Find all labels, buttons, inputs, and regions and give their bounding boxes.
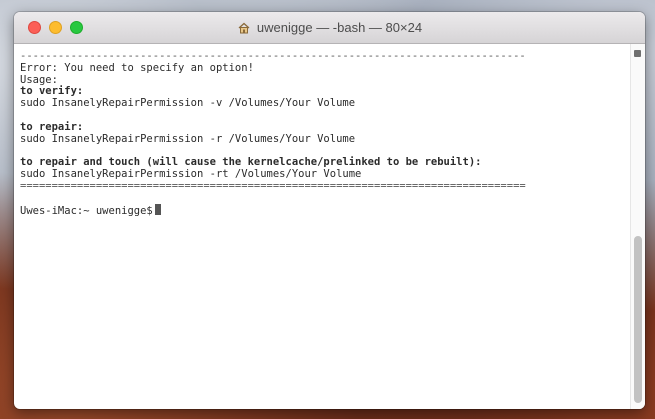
vertical-scrollbar[interactable] xyxy=(630,44,645,409)
terminal-line: to repair: xyxy=(20,120,84,133)
minimize-button[interactable] xyxy=(49,21,62,34)
terminal-output[interactable]: ----------------------------------------… xyxy=(14,44,631,409)
terminal-line: sudo InsanelyRepairPermission -rt /Volum… xyxy=(20,167,362,180)
terminal-line: sudo InsanelyRepairPermission -v /Volume… xyxy=(20,97,356,110)
window-title: uwenigge — -bash — 80×24 xyxy=(237,20,422,35)
home-folder-icon xyxy=(237,21,251,35)
terminal-line: Usage: xyxy=(20,73,58,86)
title-bar[interactable]: uwenigge — -bash — 80×24 xyxy=(14,12,645,44)
window-controls xyxy=(28,21,83,34)
zoom-button[interactable] xyxy=(70,21,83,34)
scroll-marker-icon xyxy=(634,50,641,57)
scrollbar-thumb[interactable] xyxy=(634,236,642,403)
shell-prompt: Uwes-iMac:~ uwenigge$ xyxy=(20,205,153,218)
terminal-line: ========================================… xyxy=(20,179,526,192)
text-cursor xyxy=(154,204,161,216)
window-title-text: uwenigge — -bash — 80×24 xyxy=(256,20,423,35)
prompt-line: Uwes-iMac:~ uwenigge$ xyxy=(20,204,631,218)
terminal-line: Error: You need to specify an option! xyxy=(20,61,254,74)
terminal-line: sudo InsanelyRepairPermission -r /Volume… xyxy=(20,132,356,145)
close-button[interactable] xyxy=(28,21,41,34)
terminal-window: uwenigge — -bash — 80×24 ---------------… xyxy=(14,12,645,409)
